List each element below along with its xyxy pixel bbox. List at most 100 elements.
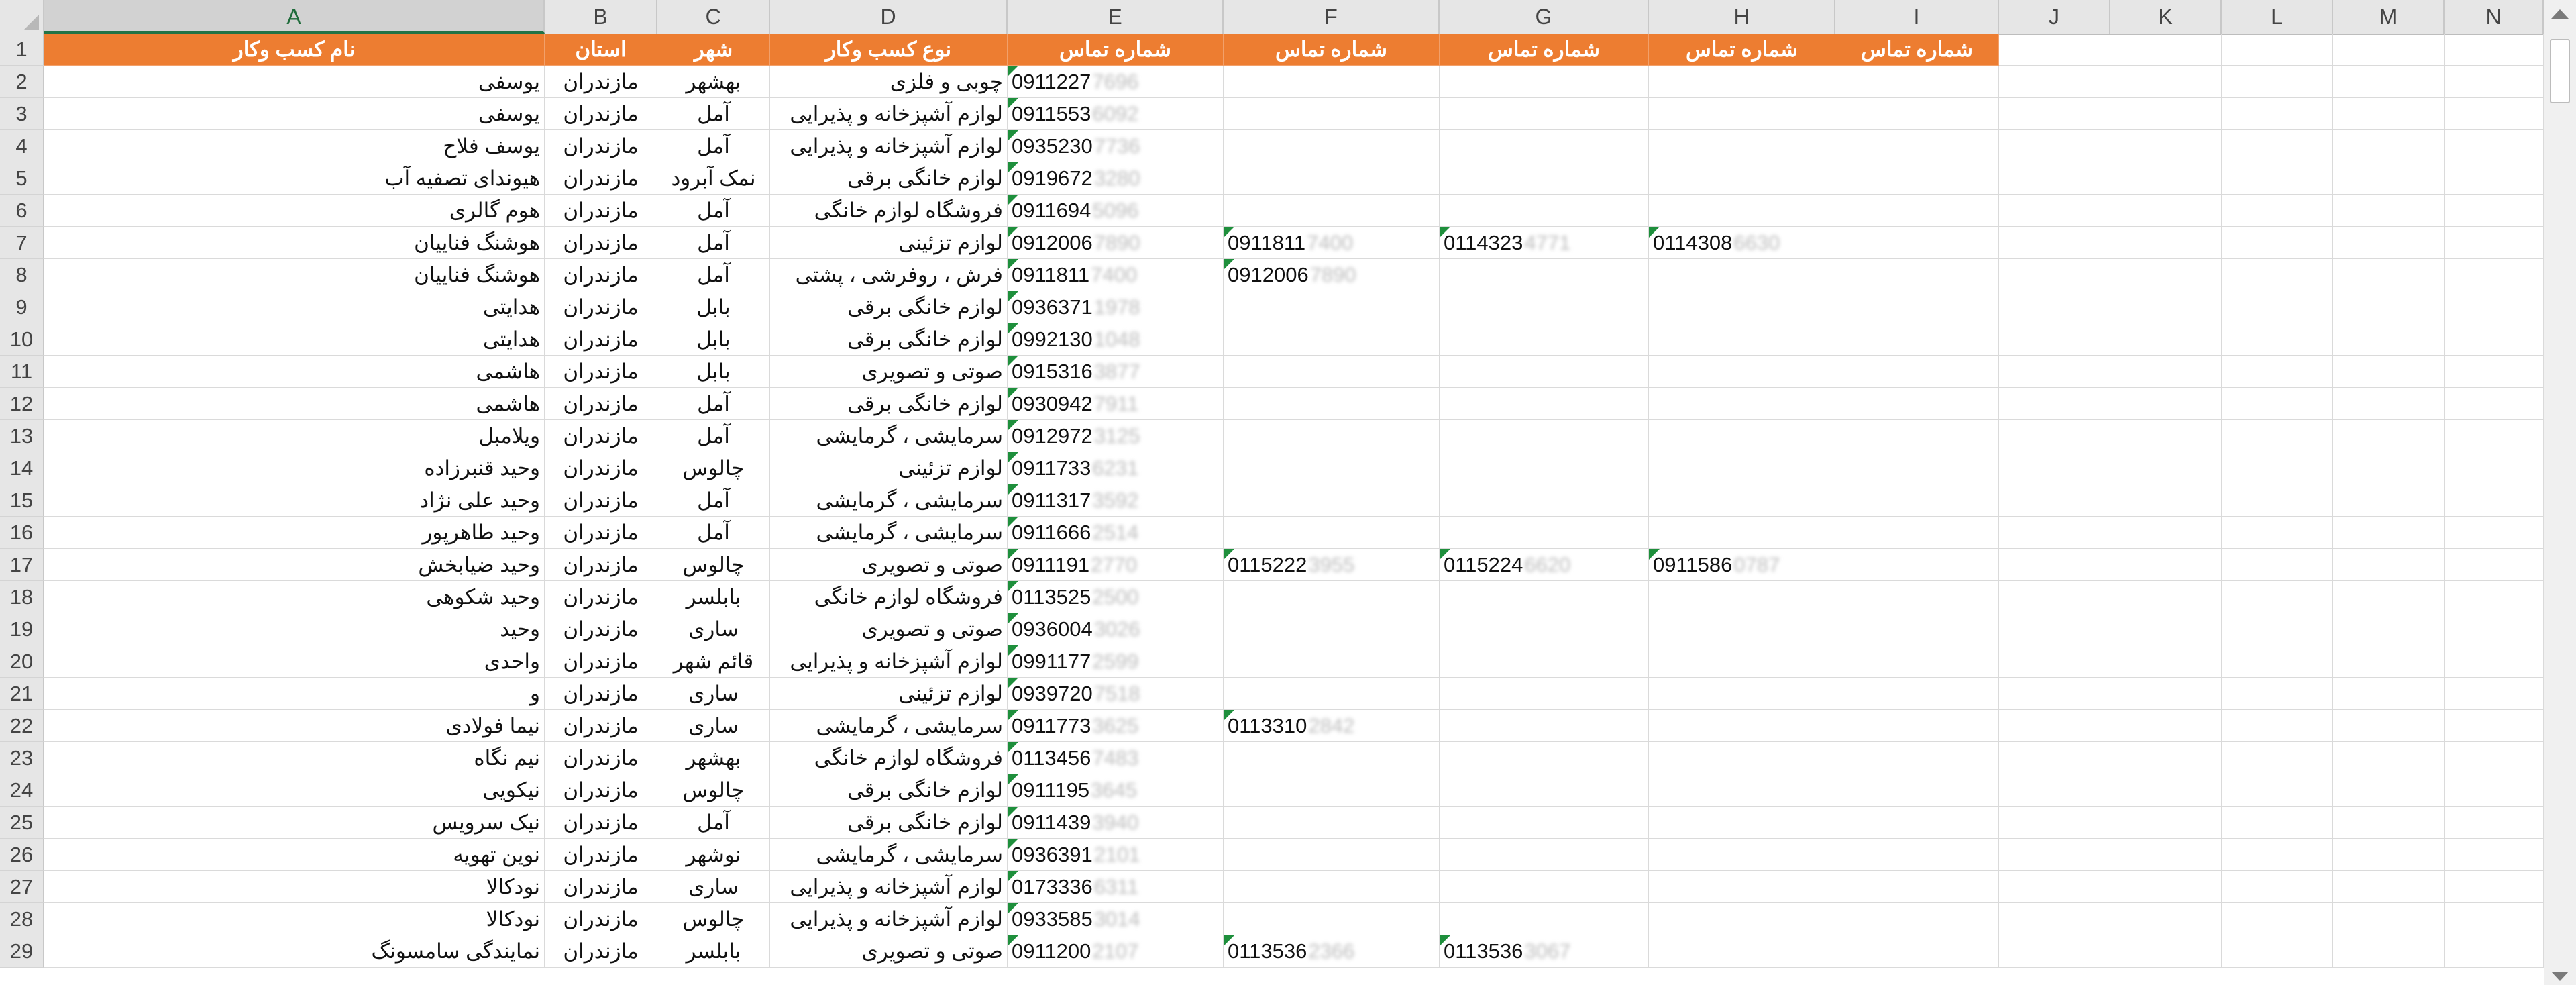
empty-cell[interactable] (1835, 66, 1999, 98)
phone-cell-h[interactable] (1649, 98, 1835, 130)
business-name-cell[interactable]: وحید علی نژاد (44, 484, 545, 517)
empty-cell[interactable] (1999, 613, 2110, 645)
empty-cell[interactable] (2110, 452, 2222, 484)
city-cell[interactable]: آمل (657, 130, 770, 162)
header-cell-b[interactable]: استان (545, 34, 657, 66)
business-type-cell[interactable]: فروشگاه لوازم خانگی (770, 581, 1008, 613)
empty-cell[interactable] (2222, 581, 2333, 613)
empty-cell[interactable] (2445, 613, 2544, 645)
business-type-cell[interactable]: صوتی و تصویری (770, 935, 1008, 968)
empty-cell[interactable] (2222, 871, 2333, 903)
phone-cell-h[interactable] (1649, 130, 1835, 162)
province-cell[interactable]: مازندران (545, 903, 657, 935)
business-name-cell[interactable]: هوشنگ فناییان (44, 259, 545, 291)
city-cell[interactable]: بابل (657, 291, 770, 323)
business-name-cell[interactable]: وحید شکوهی (44, 581, 545, 613)
phone-cell-f[interactable] (1224, 356, 1440, 388)
empty-cell[interactable] (2445, 774, 2544, 807)
city-cell[interactable]: بابلسر (657, 581, 770, 613)
phone-cell-f[interactable] (1224, 517, 1440, 549)
empty-cell[interactable] (2222, 710, 2333, 742)
empty-cell[interactable] (2333, 774, 2445, 807)
empty-cell[interactable] (2110, 839, 2222, 871)
phone-cell-e[interactable]: 09115536092 (1008, 98, 1224, 130)
empty-cell[interactable] (1835, 517, 1999, 549)
empty-cell[interactable] (1999, 130, 2110, 162)
empty-cell[interactable] (2333, 388, 2445, 420)
phone-cell-g[interactable] (1440, 195, 1649, 227)
row-number[interactable]: 20 (0, 645, 44, 678)
business-type-cell[interactable]: لوازم خانگی برقی (770, 388, 1008, 420)
empty-cell[interactable] (2445, 34, 2544, 66)
city-cell[interactable]: چالوس (657, 903, 770, 935)
phone-cell-g[interactable] (1440, 484, 1649, 517)
business-type-cell[interactable]: سرمایشی ، گرمایشی (770, 839, 1008, 871)
empty-cell[interactable] (2333, 517, 2445, 549)
phone-cell-h[interactable] (1649, 613, 1835, 645)
empty-cell[interactable] (2445, 517, 2544, 549)
business-type-cell[interactable]: سرمایشی ، گرمایشی (770, 484, 1008, 517)
city-cell[interactable]: چالوس (657, 774, 770, 807)
row-number[interactable]: 19 (0, 613, 44, 645)
city-cell[interactable]: بابلسر (657, 935, 770, 968)
phone-cell-g[interactable] (1440, 613, 1649, 645)
empty-cell[interactable] (1835, 935, 1999, 968)
phone-cell-h[interactable] (1649, 742, 1835, 774)
phone-cell-h[interactable] (1649, 903, 1835, 935)
phone-cell-f[interactable]: 01133102842 (1224, 710, 1440, 742)
business-type-cell[interactable]: لوازم آشپزخانه و پذیرایی (770, 645, 1008, 678)
empty-cell[interactable] (2222, 420, 2333, 452)
empty-cell[interactable] (2222, 807, 2333, 839)
phone-cell-e[interactable]: 09363711978 (1008, 291, 1224, 323)
column-header-d[interactable]: D (770, 0, 1008, 34)
empty-cell[interactable] (2445, 807, 2544, 839)
city-cell[interactable]: بابل (657, 356, 770, 388)
city-cell[interactable]: ساری (657, 710, 770, 742)
column-header-l[interactable]: L (2222, 0, 2333, 34)
city-cell[interactable]: آمل (657, 420, 770, 452)
empty-cell[interactable] (1835, 839, 1999, 871)
city-cell[interactable]: آمل (657, 517, 770, 549)
business-name-cell[interactable]: نیم نگاه (44, 742, 545, 774)
empty-cell[interactable] (1999, 195, 2110, 227)
province-cell[interactable]: مازندران (545, 935, 657, 968)
empty-cell[interactable] (1999, 388, 2110, 420)
business-name-cell[interactable]: یوسف فلاح (44, 130, 545, 162)
phone-cell-e[interactable]: 01134567483 (1008, 742, 1224, 774)
province-cell[interactable]: مازندران (545, 549, 657, 581)
phone-cell-f[interactable] (1224, 903, 1440, 935)
empty-cell[interactable] (2222, 130, 2333, 162)
city-cell[interactable]: آمل (657, 195, 770, 227)
empty-cell[interactable] (2333, 484, 2445, 517)
scroll-down-arrow-icon[interactable] (2551, 972, 2569, 981)
phone-cell-e[interactable]: 09360043026 (1008, 613, 1224, 645)
business-type-cell[interactable]: لوازم خانگی برقی (770, 807, 1008, 839)
empty-cell[interactable] (2222, 227, 2333, 259)
empty-cell[interactable] (1835, 678, 1999, 710)
empty-cell[interactable] (2445, 130, 2544, 162)
province-cell[interactable]: مازندران (545, 388, 657, 420)
phone-cell-h[interactable] (1649, 388, 1835, 420)
empty-cell[interactable] (2110, 774, 2222, 807)
empty-cell[interactable] (1999, 420, 2110, 452)
empty-cell[interactable] (2110, 66, 2222, 98)
phone-cell-e[interactable]: 09196723280 (1008, 162, 1224, 195)
header-cell-c[interactable]: شهر (657, 34, 770, 66)
phone-cell-h[interactable] (1649, 291, 1835, 323)
phone-cell-g[interactable] (1440, 678, 1649, 710)
province-cell[interactable]: مازندران (545, 484, 657, 517)
empty-cell[interactable] (2445, 710, 2544, 742)
city-cell[interactable]: ساری (657, 871, 770, 903)
empty-cell[interactable] (2110, 742, 2222, 774)
empty-cell[interactable] (1835, 227, 1999, 259)
phone-cell-h[interactable] (1649, 839, 1835, 871)
province-cell[interactable]: مازندران (545, 839, 657, 871)
phone-cell-e[interactable]: 09118117400 (1008, 259, 1224, 291)
city-cell[interactable]: آمل (657, 807, 770, 839)
vertical-scrollbar[interactable] (2544, 0, 2576, 985)
empty-cell[interactable] (2445, 645, 2544, 678)
phone-cell-g[interactable] (1440, 839, 1649, 871)
empty-cell[interactable] (2333, 227, 2445, 259)
empty-cell[interactable] (2445, 291, 2544, 323)
empty-cell[interactable] (2222, 98, 2333, 130)
